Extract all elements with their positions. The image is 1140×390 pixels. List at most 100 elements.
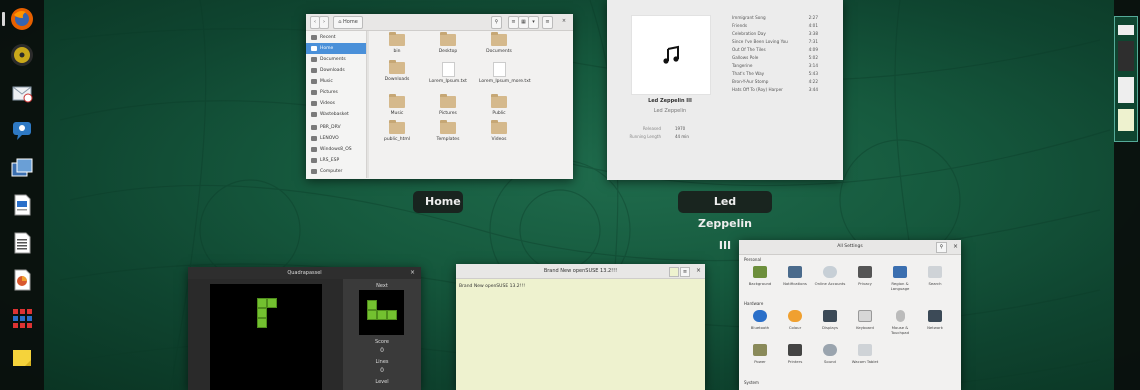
setting-privacy[interactable]: Privacy — [848, 266, 882, 286]
file-item[interactable]: Videos — [479, 120, 519, 148]
firefox-icon[interactable] — [6, 3, 38, 35]
music-window[interactable]: Led Zeppelin III Led Zeppelin Released 1… — [607, 0, 843, 180]
setting-network[interactable]: Network — [918, 310, 952, 330]
apps-grid-icon[interactable] — [6, 302, 38, 334]
workspace-thumbnail[interactable] — [1114, 16, 1138, 142]
setting-background[interactable]: Background — [743, 266, 777, 286]
files-window-caption[interactable]: Home — [413, 191, 463, 213]
setting-mouse-touchpad[interactable]: Mouse & Touchpad — [883, 310, 917, 335]
setting-sound[interactable]: Sound — [813, 344, 847, 364]
tetromino-block — [257, 308, 267, 318]
file-item[interactable]: Templates — [428, 120, 468, 148]
calc-icon[interactable] — [6, 227, 38, 259]
gedit-title: Brand New openSUSE 13.2!!! — [543, 268, 618, 274]
sidebar-item-computer[interactable]: Computer — [306, 166, 366, 177]
empathy-icon[interactable] — [6, 114, 38, 146]
file-item[interactable]: Pictures — [428, 94, 468, 122]
track-row[interactable]: Since I've Been Loving You 7:31 — [732, 38, 818, 46]
sidebar-item-home[interactable]: Home — [306, 43, 366, 54]
impress-icon[interactable] — [6, 264, 38, 296]
setting-keyboard[interactable]: Keyboard — [848, 310, 882, 330]
editor-text: Brand New openSUSE 13.2!!! — [459, 284, 526, 289]
file-item[interactable]: Desktop — [428, 32, 468, 60]
sidebar-item-lrs-esp[interactable]: LRS_ESP — [306, 155, 366, 166]
close-icon[interactable]: × — [696, 264, 701, 278]
rhythmbox-icon[interactable] — [6, 39, 38, 71]
evolution-icon[interactable] — [6, 77, 38, 109]
sidebar-item-documents[interactable]: Documents — [306, 54, 366, 65]
track-row[interactable]: Friends 4:01 — [732, 22, 818, 30]
lines-label: Lines — [375, 359, 389, 365]
menu-icon[interactable]: ≡ — [680, 267, 690, 277]
setting-bluetooth[interactable]: Bluetooth — [743, 310, 777, 330]
search-icon[interactable]: ⚲ — [491, 16, 502, 29]
sidebar-item-recent[interactable]: Recent — [306, 32, 366, 43]
setting-region-language[interactable]: Region & Language — [883, 266, 917, 291]
gedit-window[interactable]: Brand New openSUSE 13.2!!! ≡ × Brand New… — [456, 264, 705, 390]
path-home-button[interactable]: ⌂ Home — [333, 16, 363, 29]
setting-online-accounts[interactable]: Online Accounts — [813, 266, 847, 286]
track-row[interactable]: Bron-Y-Aur Stomp 4:22 — [732, 78, 818, 86]
album-art — [631, 15, 711, 95]
menu-icon[interactable]: ≡ — [542, 16, 553, 29]
close-icon[interactable]: × — [410, 267, 415, 279]
workspace-selector — [1114, 0, 1140, 390]
sidebar-item-pbr-drv[interactable]: PBR_DRV — [306, 122, 366, 133]
track-row[interactable]: Out Of The Tiles 4:09 — [732, 46, 818, 54]
quadrapassel-window[interactable]: Quadrapassel × Next Score 0 Lines 0 Leve… — [188, 267, 421, 390]
tetromino-block — [267, 298, 277, 308]
file-item[interactable]: bin — [377, 32, 417, 60]
shotwell-icon[interactable] — [6, 152, 38, 184]
music-window-caption[interactable]: Led Zeppelin III — [678, 191, 772, 252]
sidebar-item-videos[interactable]: Videos — [306, 98, 366, 109]
file-item[interactable]: Documents — [479, 32, 519, 60]
search-icon[interactable]: ⚲ — [936, 242, 947, 253]
file-item[interactable]: Lorem_Ipsum_more.txt — [479, 62, 531, 88]
writer-icon[interactable] — [6, 189, 38, 221]
music-note-icon — [663, 45, 679, 64]
files-sidebar: Recent Home Documents Downloads Music Pi… — [306, 31, 367, 178]
track-row[interactable]: That's The Way 5:43 — [732, 70, 818, 78]
setting-wacom-tablet[interactable]: Wacom Tablet — [848, 344, 882, 364]
file-item[interactable]: Music — [377, 94, 417, 122]
setting-displays[interactable]: Displays — [813, 310, 847, 330]
file-item[interactable]: Public — [479, 94, 519, 122]
quadrapassel-title: Quadrapassel — [188, 267, 421, 279]
scrollbar[interactable] — [367, 31, 369, 178]
files-headerbar: ‹ › ⌂ Home ⚲ ≡ ▦ ▾ ≡ × — [306, 14, 573, 31]
track-row[interactable]: Tangerine 3:14 — [732, 62, 818, 70]
sidebar-item-lenovo[interactable]: LENOVO — [306, 133, 366, 144]
text-editor-area[interactable]: Brand New openSUSE 13.2!!! — [456, 279, 705, 390]
sidebar-item-windows8-os[interactable]: Windows8_OS — [306, 144, 366, 155]
forward-button[interactable]: › — [319, 16, 329, 29]
close-icon[interactable]: × — [953, 240, 958, 254]
dash — [0, 0, 44, 390]
track-row[interactable]: Celebration Day 3:38 — [732, 30, 818, 38]
game-board[interactable] — [210, 284, 322, 390]
sidebar-item-pictures[interactable]: Pictures — [306, 87, 366, 98]
track-row[interactable]: Gallows Pole 5:02 — [732, 54, 818, 62]
next-piece-preview — [359, 290, 404, 335]
close-icon[interactable]: × — [560, 16, 568, 27]
sidebar-item-wastebasket[interactable]: Wastebasket — [306, 109, 366, 120]
file-item[interactable]: public_html — [377, 120, 417, 148]
setting-search[interactable]: Search — [918, 266, 952, 286]
settings-title: All Settings — [837, 244, 863, 249]
sidebar-item-music[interactable]: Music — [306, 76, 366, 87]
notes-icon[interactable] — [6, 342, 38, 374]
settings-window[interactable]: All Settings ⚲ × Personal Background Not… — [739, 240, 961, 390]
level-label: Level — [375, 379, 389, 385]
track-row[interactable]: Hats Off To (Roy) Harper 3:44 — [732, 86, 818, 94]
save-button[interactable] — [669, 267, 679, 277]
setting-colour[interactable]: Colour — [778, 310, 812, 330]
view-options-icon[interactable]: ▾ — [528, 16, 539, 29]
file-item[interactable]: Downloads — [377, 60, 417, 88]
setting-notifications[interactable]: Notifications — [778, 266, 812, 286]
setting-power[interactable]: Power — [743, 344, 777, 364]
setting-printers[interactable]: Printers — [778, 344, 812, 364]
track-row[interactable]: Immigrant Song 2:27 — [732, 14, 818, 22]
files-window[interactable]: ‹ › ⌂ Home ⚲ ≡ ▦ ▾ ≡ × Recent Home Docum… — [306, 14, 573, 179]
file-item[interactable]: Lorem_Ipsum.txt — [428, 62, 468, 88]
sidebar-item-downloads[interactable]: Downloads — [306, 65, 366, 76]
released-value: 1970 — [675, 126, 686, 131]
